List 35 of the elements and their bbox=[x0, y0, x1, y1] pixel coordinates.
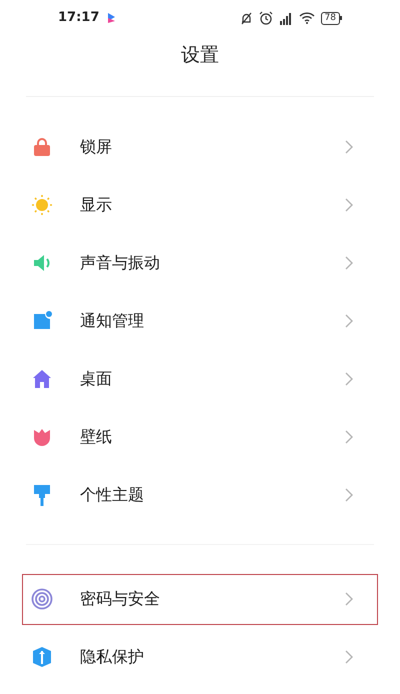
alarm-icon bbox=[258, 11, 273, 25]
chevron-icon bbox=[345, 430, 353, 444]
chevron-icon bbox=[345, 256, 353, 270]
settings-item[interactable]: 密码与安全 bbox=[22, 574, 378, 624]
paint-roller-icon bbox=[33, 484, 51, 506]
settings-item[interactable]: 锁屏 bbox=[22, 122, 378, 172]
chevron-icon bbox=[345, 592, 353, 606]
settings-item[interactable]: 声音与振动 bbox=[22, 238, 378, 288]
notification-icon bbox=[32, 311, 52, 331]
status-time: 17:17 bbox=[58, 9, 100, 28]
page-title: 设置 bbox=[181, 42, 219, 68]
settings-item[interactable]: 隐私保护 bbox=[22, 632, 378, 682]
settings-item[interactable]: 通知管理 bbox=[22, 296, 378, 346]
chevron-icon bbox=[345, 488, 353, 502]
speaker-icon bbox=[32, 253, 52, 273]
chevron-icon bbox=[345, 140, 353, 154]
signal-icon bbox=[278, 12, 293, 24]
chevron-icon bbox=[345, 650, 353, 664]
app-icon bbox=[107, 12, 116, 24]
settings-item[interactable]: 桌面 bbox=[22, 354, 378, 404]
bell-off-icon bbox=[240, 12, 253, 24]
lock-icon bbox=[32, 137, 52, 157]
settings-item[interactable]: 显示 bbox=[22, 180, 378, 230]
settings-item[interactable]: 个性主题 bbox=[22, 470, 378, 520]
home-icon bbox=[32, 369, 52, 389]
settings-item[interactable]: 壁纸 bbox=[22, 412, 378, 462]
tulip-icon bbox=[32, 427, 52, 447]
chevron-icon bbox=[345, 372, 353, 386]
shield-icon bbox=[32, 646, 52, 668]
sun-icon bbox=[31, 194, 53, 216]
chevron-icon bbox=[345, 314, 353, 328]
battery-icon: 78 bbox=[320, 12, 342, 24]
chevron-icon bbox=[345, 198, 353, 212]
wifi-icon bbox=[298, 12, 315, 24]
fingerprint-icon bbox=[31, 588, 53, 610]
